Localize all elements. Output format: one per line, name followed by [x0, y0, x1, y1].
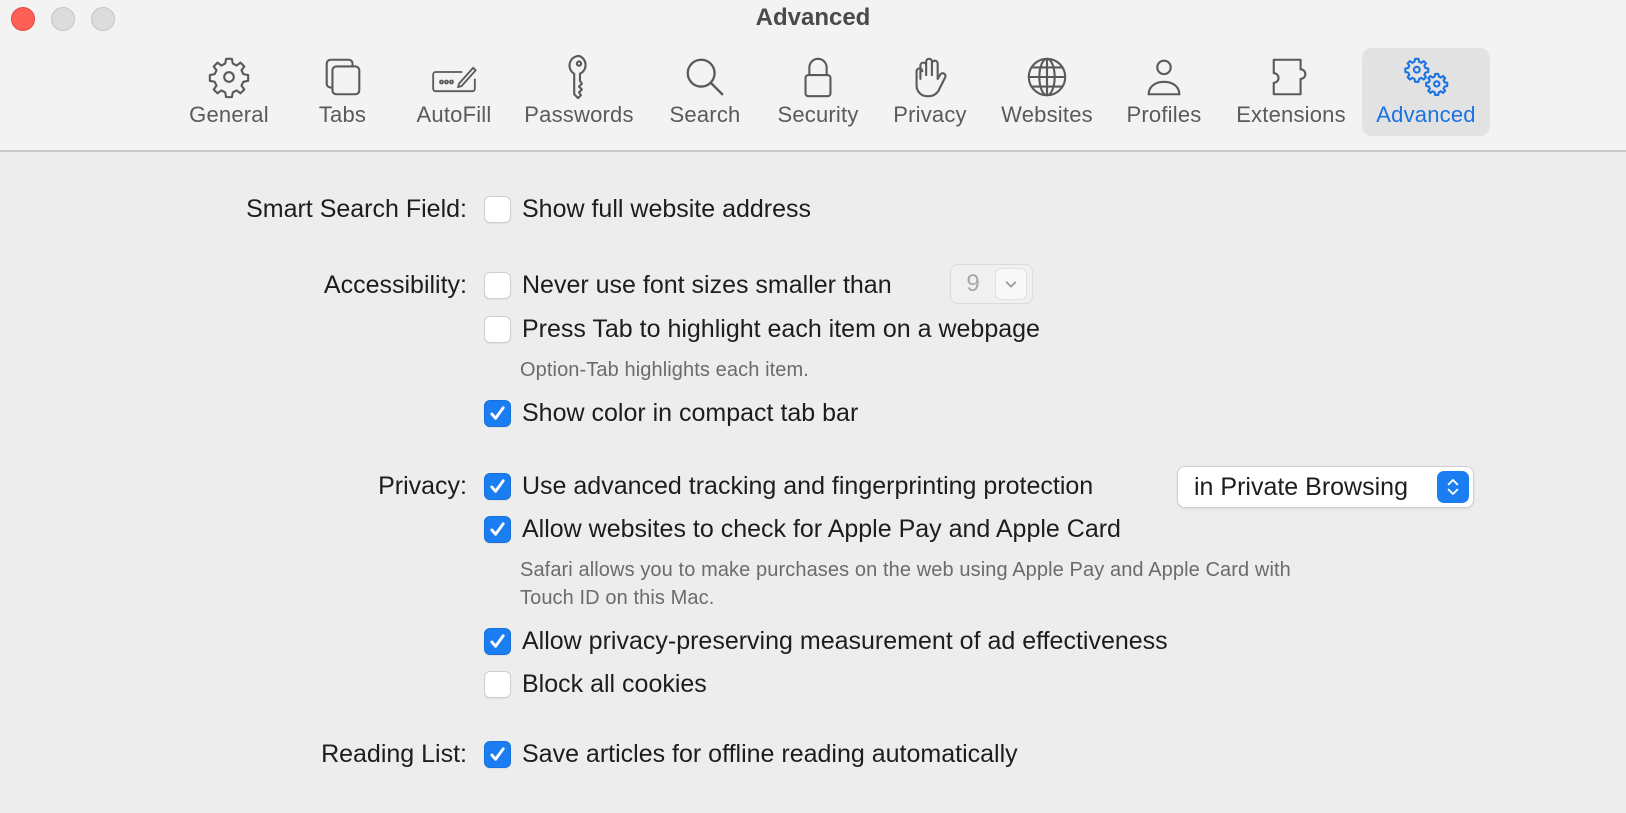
lock-icon — [793, 52, 843, 102]
press-tab-label: Press Tab to highlight each item on a we… — [522, 314, 1040, 343]
reading-list-label: Reading List: — [321, 740, 467, 768]
apple-pay-label: Allow websites to check for Apple Pay an… — [522, 514, 1121, 543]
min-font-size-checkbox[interactable] — [484, 271, 511, 299]
tab-tabs[interactable]: Tabs — [305, 48, 380, 136]
chevron-down-icon[interactable] — [995, 268, 1027, 300]
tab-privacy[interactable]: Privacy — [887, 48, 973, 136]
offline-reading-option[interactable]: Save articles for offline reading automa… — [484, 736, 1018, 772]
min-font-size-label: Never use font sizes smaller than — [522, 270, 892, 299]
globe-icon — [1022, 52, 1072, 102]
apple-pay-option[interactable]: Allow websites to check for Apple Pay an… — [484, 511, 1121, 547]
gears-icon — [1401, 52, 1451, 102]
show-full-address-label: Show full website address — [522, 194, 812, 223]
gear-icon — [204, 52, 254, 102]
block-cookies-label: Block all cookies — [522, 669, 707, 698]
offline-reading-checkbox[interactable] — [484, 740, 511, 768]
block-cookies-option[interactable]: Block all cookies — [484, 666, 707, 702]
tab-autofill[interactable]: AutoFill — [408, 48, 500, 136]
magnifier-icon — [680, 52, 730, 102]
ad-measurement-option[interactable]: Allow privacy-preserving measurement of … — [484, 623, 1168, 659]
puzzle-icon — [1266, 52, 1316, 102]
checkmark-icon — [490, 633, 505, 648]
min-font-size-option[interactable]: Never use font sizes smaller than — [484, 267, 892, 303]
accessibility-label: Accessibility: — [323, 271, 467, 299]
compact-tab-color-label: Show color in compact tab bar — [522, 398, 859, 427]
title-bar: Advanced General Tabs AutoFill Passwords… — [0, 0, 1626, 152]
show-full-address-checkbox[interactable] — [484, 195, 511, 223]
apple-pay-hint-line2: Touch ID on this Mac. — [520, 587, 715, 609]
tracking-scope-popup[interactable]: in Private Browsing — [1177, 466, 1474, 508]
tabs-icon — [318, 52, 368, 102]
option-tab-hint: Option-Tab highlights each item. — [520, 359, 809, 381]
tab-advanced[interactable]: Advanced — [1362, 48, 1490, 136]
apple-pay-checkbox[interactable] — [484, 515, 511, 543]
safari-settings-window: Advanced General Tabs AutoFill Passwords… — [0, 0, 1626, 813]
settings-toolbar: General Tabs AutoFill Passwords Search S… — [0, 48, 1626, 136]
block-cookies-checkbox[interactable] — [484, 670, 511, 698]
press-tab-checkbox[interactable] — [484, 315, 511, 343]
person-icon — [1139, 52, 1189, 102]
checkmark-icon — [490, 746, 505, 761]
checkmark-icon — [490, 521, 505, 536]
apple-pay-hint-line1: Safari allows you to make purchases on t… — [520, 559, 1291, 581]
min-font-size-value: 9 — [966, 270, 980, 297]
checkmark-icon — [490, 405, 505, 420]
ad-measurement-checkbox[interactable] — [484, 627, 511, 655]
compact-tab-color-checkbox[interactable] — [484, 399, 511, 427]
tracking-protection-label: Use advanced tracking and fingerprinting… — [522, 471, 1094, 500]
tracking-protection-option[interactable]: Use advanced tracking and fingerprinting… — [484, 468, 1093, 504]
compact-tab-color-option[interactable]: Show color in compact tab bar — [484, 395, 858, 431]
smart-search-label: Smart Search Field: — [246, 195, 467, 223]
checkmark-icon — [490, 478, 505, 493]
window-title: Advanced — [755, 4, 871, 31]
tracking-scope-value: in Private Browsing — [1194, 472, 1408, 501]
tab-security[interactable]: Security — [768, 48, 868, 136]
tracking-protection-checkbox[interactable] — [484, 472, 511, 500]
ad-measurement-label: Allow privacy-preserving measurement of … — [522, 626, 1168, 655]
autofill-icon — [429, 52, 479, 102]
up-down-chevron-icon — [1437, 471, 1469, 503]
offline-reading-label: Save articles for offline reading automa… — [522, 739, 1018, 768]
tab-websites[interactable]: Websites — [995, 48, 1099, 136]
tab-search[interactable]: Search — [660, 48, 750, 136]
advanced-settings-pane: Smart Search Field: Show full website ad… — [0, 152, 1626, 813]
show-full-address-option[interactable]: Show full website address — [484, 191, 811, 227]
privacy-label: Privacy: — [378, 472, 467, 500]
tab-extensions[interactable]: Extensions — [1228, 48, 1354, 136]
tab-passwords[interactable]: Passwords — [520, 48, 638, 136]
tab-profiles[interactable]: Profiles — [1122, 48, 1206, 136]
press-tab-option[interactable]: Press Tab to highlight each item on a we… — [484, 311, 1040, 347]
min-font-size-select[interactable]: 9 — [950, 264, 1033, 304]
key-icon — [554, 52, 604, 102]
tab-general[interactable]: General — [178, 48, 280, 136]
hand-icon — [905, 52, 955, 102]
